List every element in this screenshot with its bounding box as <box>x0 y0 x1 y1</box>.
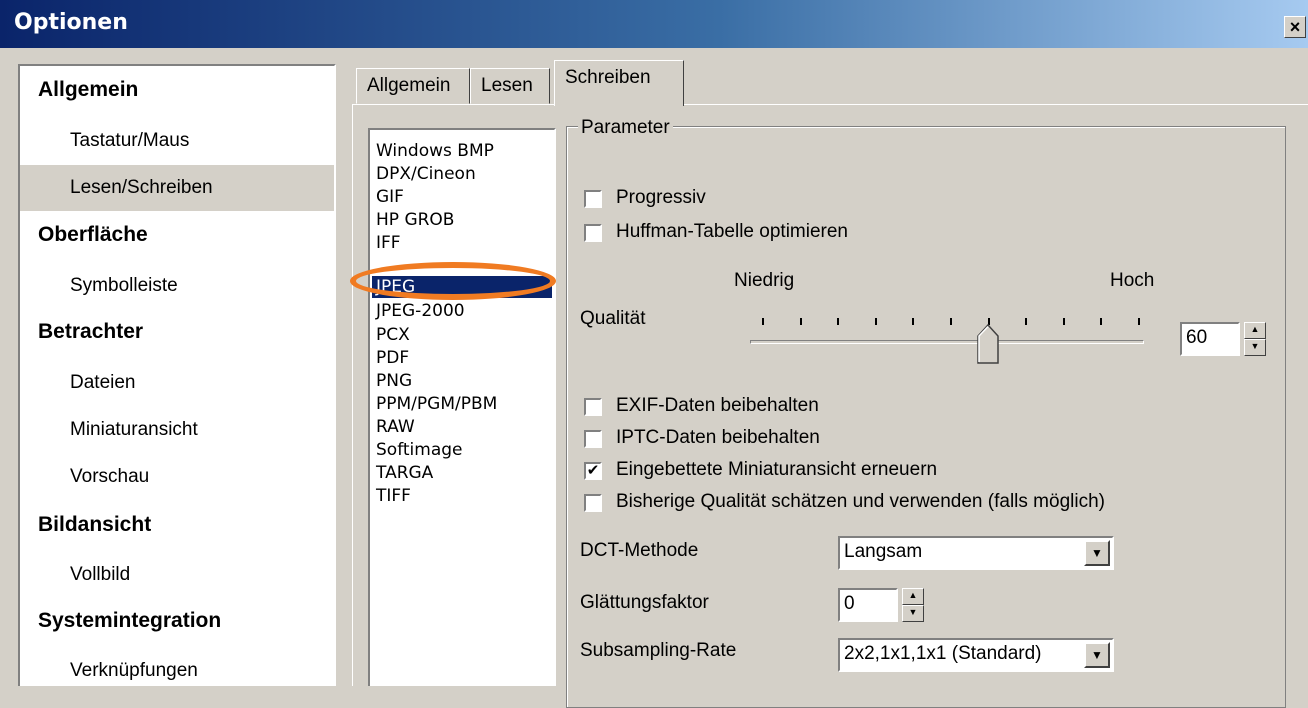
iptc-label: IPTC-Daten beibehalten <box>616 427 820 448</box>
progressive-label: Progressiv <box>616 187 706 208</box>
format-item[interactable]: PNG <box>372 370 552 392</box>
format-item[interactable]: TARGA <box>372 462 552 484</box>
slider-tick <box>1025 318 1028 325</box>
format-item[interactable]: DPX/Cineon <box>372 163 552 185</box>
slider-tick <box>799 318 802 325</box>
nav-item-vollbild[interactable]: Vollbild <box>20 552 334 598</box>
dct-method-select[interactable]: Langsam <box>838 536 1114 570</box>
dct-method-dropdown-button[interactable]: ▼ <box>1084 540 1110 566</box>
iptc-checkbox[interactable] <box>584 430 602 448</box>
quality-slider-track[interactable] <box>750 340 1144 344</box>
format-item[interactable]: PDF <box>372 347 552 369</box>
slider-tick <box>912 318 915 325</box>
slider-tick <box>1100 318 1103 325</box>
format-item[interactable]: GIF <box>372 186 552 208</box>
chevron-down-icon: ▼ <box>1091 546 1103 560</box>
parameter-group <box>566 126 1286 708</box>
thumbnail-checkbox[interactable]: ✔ <box>584 462 602 480</box>
highlight-ring-annotation <box>350 262 556 300</box>
format-item[interactable]: Windows BMP <box>372 140 552 162</box>
close-button[interactable]: × <box>1284 16 1306 38</box>
slider-tick <box>874 318 877 325</box>
format-item[interactable]: TIFF <box>372 485 552 507</box>
smoothing-spin[interactable]: ▲ ▼ <box>902 588 924 622</box>
slider-tick <box>1062 318 1065 325</box>
nav-item-dateien[interactable]: Dateien <box>20 360 334 406</box>
nav-category-bildansicht[interactable]: Bildansicht <box>38 513 151 537</box>
dct-method-label: DCT-Methode <box>580 540 699 561</box>
spin-down-icon[interactable]: ▼ <box>1244 339 1266 356</box>
nav-item-lesen-schreiben[interactable]: Lesen/Schreiben <box>20 165 334 211</box>
spin-up-icon[interactable]: ▲ <box>902 588 924 605</box>
nav-item-miniaturansicht[interactable]: Miniaturansicht <box>20 407 334 453</box>
slider-tick <box>950 318 952 325</box>
format-item[interactable]: JPEG-2000 <box>372 300 552 322</box>
slider-tick <box>762 318 764 325</box>
nav-item-vorschau[interactable]: Vorschau <box>20 454 334 500</box>
close-icon: × <box>1289 17 1301 37</box>
huffman-label: Huffman-Tabelle optimieren <box>616 221 848 242</box>
quality-label: Qualität <box>580 308 646 329</box>
subsampling-dropdown-button[interactable]: ▼ <box>1084 642 1110 668</box>
nav-category-oberflaeche[interactable]: Oberfläche <box>38 223 148 247</box>
slider-tick <box>837 318 840 325</box>
format-item[interactable]: Softimage <box>372 439 552 461</box>
format-item[interactable]: PCX <box>372 324 552 346</box>
format-item[interactable]: IFF <box>372 232 552 254</box>
nav-item-verknuepfungen[interactable]: Verknüpfungen <box>20 648 334 694</box>
tab-lesen[interactable]: Lesen <box>470 68 550 104</box>
tab-allgemein[interactable]: Allgemein <box>356 68 470 104</box>
progressive-checkbox[interactable] <box>584 190 602 208</box>
quality-slider-thumb[interactable] <box>976 324 999 364</box>
window-title: Optionen <box>14 10 128 35</box>
format-list[interactable]: Windows BMP DPX/Cineon GIF HP GROB IFF J… <box>368 128 556 686</box>
format-item[interactable]: RAW <box>372 416 552 438</box>
tab-schreiben[interactable]: Schreiben <box>554 60 684 106</box>
estimate-quality-checkbox[interactable] <box>584 494 602 512</box>
nav-category-betrachter[interactable]: Betrachter <box>38 320 143 344</box>
quality-value-input[interactable]: 60 <box>1180 322 1240 356</box>
exif-label: EXIF-Daten beibehalten <box>616 395 819 416</box>
nav-category-systemintegration[interactable]: Systemintegration <box>38 609 221 633</box>
quality-high-label: Hoch <box>1110 270 1155 291</box>
chevron-down-icon: ▼ <box>1091 648 1103 662</box>
spin-down-icon[interactable]: ▼ <box>902 605 924 622</box>
quality-low-label: Niedrig <box>734 270 795 291</box>
parameter-group-label: Parameter <box>578 117 673 139</box>
options-nav: Allgemein Tastatur/Maus Lesen/Schreiben … <box>18 64 336 686</box>
nav-item-symbolleiste[interactable]: Symbolleiste <box>20 263 334 309</box>
nav-category-allgemein[interactable]: Allgemein <box>38 78 138 102</box>
smoothing-label: Glättungsfaktor <box>580 592 709 613</box>
subsampling-label: Subsampling-Rate <box>580 640 737 661</box>
thumbnail-label: Eingebettete Miniaturansicht erneuern <box>616 459 938 480</box>
quality-spin[interactable]: ▲ ▼ <box>1244 322 1266 356</box>
slider-tick <box>1138 318 1140 325</box>
smoothing-input[interactable]: 0 <box>838 588 898 622</box>
huffman-checkbox[interactable] <box>584 224 602 242</box>
title-bar[interactable] <box>0 0 1308 48</box>
nav-item-tastatur-maus[interactable]: Tastatur/Maus <box>20 118 334 164</box>
format-item[interactable]: HP GROB <box>372 209 552 231</box>
estimate-quality-label: Bisherige Qualität schätzen und verwende… <box>616 491 1105 512</box>
format-item[interactable]: PPM/PGM/PBM <box>372 393 552 415</box>
subsampling-select[interactable]: 2x2,1x1,1x1 (Standard) <box>838 638 1114 672</box>
spin-up-icon[interactable]: ▲ <box>1244 322 1266 339</box>
exif-checkbox[interactable] <box>584 398 602 416</box>
